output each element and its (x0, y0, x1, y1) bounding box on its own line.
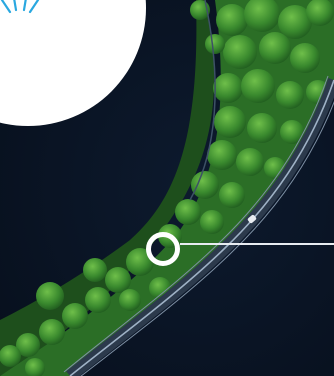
ring-marker-icon[interactable] (146, 232, 180, 266)
sun-rays-icon (0, 0, 40, 14)
hotspot-leader-line (180, 243, 334, 245)
hero-scene: ning (0, 0, 334, 376)
